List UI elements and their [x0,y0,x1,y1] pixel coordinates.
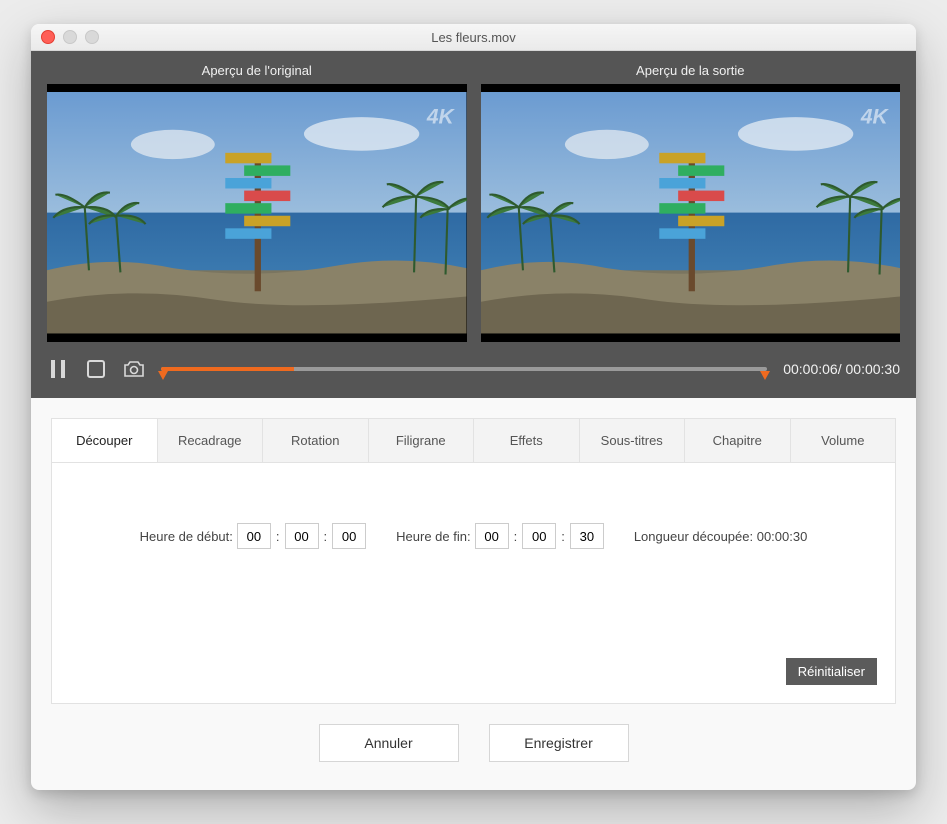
traffic-lights [31,30,99,44]
start-time-label: Heure de début: [140,529,233,544]
time-separator: / [838,361,842,377]
tab-recadrage[interactable]: Recadrage [158,419,264,462]
beach-scene-svg: 4K [481,92,901,333]
time-readout: 00:00:06/ 00:00:30 [783,361,900,377]
cut-length-label: Longueur découpée: 00:00:30 [634,529,808,544]
tab-bar: DécouperRecadrageRotationFiligraneEffets… [52,419,895,463]
camera-icon [123,360,145,378]
pause-icon [50,360,66,378]
tab-decouper[interactable]: Découper [52,419,158,462]
colon: : [513,529,519,544]
edit-panel: DécouperRecadrageRotationFiligraneEffets… [51,418,896,704]
end-time-group: Heure de fin: : : [396,523,604,549]
stop-button[interactable] [85,358,107,380]
end-minutes-input[interactable] [522,523,556,549]
current-time: 00:00:06 [783,361,838,377]
tab-rotation[interactable]: Rotation [263,419,369,462]
end-hours-input[interactable] [475,523,509,549]
app-window: Les fleurs.mov Aperçu de l'original Aper… [31,24,916,790]
start-seconds-input[interactable] [332,523,366,549]
start-time-group: Heure de début: : : [140,523,366,549]
save-button[interactable]: Enregistrer [489,724,629,762]
tab-volume[interactable]: Volume [791,419,896,462]
range-start-handle[interactable] [158,371,168,380]
watermark-4k: 4K [859,106,889,129]
start-minutes-input[interactable] [285,523,319,549]
tab-filigrane[interactable]: Filigrane [369,419,475,462]
colon: : [560,529,566,544]
watermark-4k: 4K [426,106,456,129]
pause-button[interactable] [47,358,69,380]
tab-soustitres[interactable]: Sous-titres [580,419,686,462]
end-seconds-input[interactable] [570,523,604,549]
output-preview: 4K [481,84,901,342]
reset-button[interactable]: Réinitialiser [786,658,877,685]
playback-controls: 00:00:06/ 00:00:30 [47,358,900,380]
output-preview-label: Aperçu de la sortie [481,63,901,84]
cancel-button[interactable]: Annuler [319,724,459,762]
tab-chapitre[interactable]: Chapitre [685,419,791,462]
stop-icon [87,360,105,378]
cut-tab-body: Heure de début: : : Heure de fin: : : Lo… [52,463,895,703]
colon: : [323,529,329,544]
close-window-button[interactable] [41,30,55,44]
footer: Annuler Enregistrer [31,724,916,790]
colon: : [275,529,281,544]
tab-effets[interactable]: Effets [474,419,580,462]
start-hours-input[interactable] [237,523,271,549]
end-time-label: Heure de fin: [396,529,470,544]
seek-slider[interactable] [161,359,767,379]
minimize-window-button[interactable] [63,30,77,44]
original-preview-label: Aperçu de l'original [47,63,467,84]
range-end-handle[interactable] [760,371,770,380]
window-title: Les fleurs.mov [31,30,916,45]
snapshot-button[interactable] [123,358,145,380]
titlebar: Les fleurs.mov [31,24,916,51]
zoom-window-button[interactable] [85,30,99,44]
preview-area: Aperçu de l'original Aperçu de la sortie [31,51,916,398]
original-preview: 4K [47,84,467,342]
total-time: 00:00:30 [846,361,901,377]
beach-scene-svg: 4K [47,92,467,333]
